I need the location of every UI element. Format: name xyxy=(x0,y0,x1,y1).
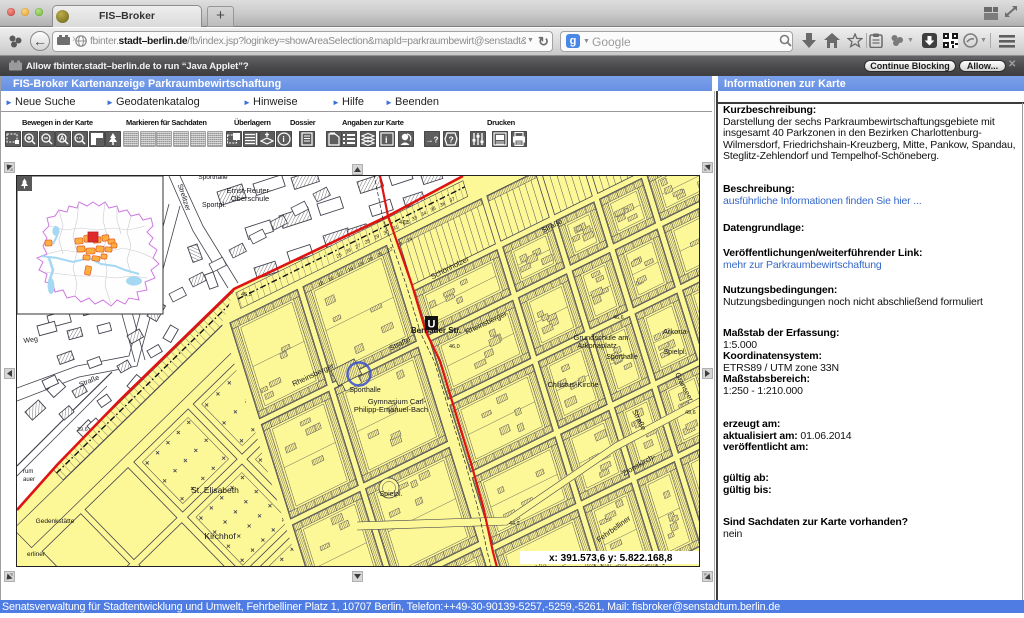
svg-text:→?: →? xyxy=(426,136,439,145)
svg-text:Spielpl.: Spielpl. xyxy=(380,491,403,498)
svg-text:Oberschule: Oberschule xyxy=(231,194,269,203)
svg-text:39,6: 39,6 xyxy=(77,427,88,433)
svg-text:i: i xyxy=(282,134,284,144)
svg-text:Sportpl.: Sportpl. xyxy=(202,202,226,209)
svg-text:Spielpl.: Spielpl. xyxy=(664,349,687,356)
svg-text:Kirchhof: Kirchhof xyxy=(204,531,236,541)
svg-text:St. Elisabeth: St. Elisabeth xyxy=(191,485,239,495)
svg-text:45,5: 45,5 xyxy=(241,292,252,298)
svg-text:x: 391.573,6 y: 5.822.168,8: x: 391.573,6 y: 5.822.168,8 xyxy=(549,553,673,564)
svg-text:49,6: 49,6 xyxy=(685,410,696,416)
svg-text:i: i xyxy=(385,135,388,145)
svg-text:A: A xyxy=(60,136,65,143)
svg-text:Arkonaplatz: Arkonaplatz xyxy=(577,341,617,350)
svg-text:Arkona-: Arkona- xyxy=(663,327,690,336)
svg-text:44,2: 44,2 xyxy=(509,521,520,527)
svg-text:auer: auer xyxy=(23,477,35,483)
svg-text:47,5: 47,5 xyxy=(399,220,410,226)
svg-text:46,0: 46,0 xyxy=(449,344,460,350)
svg-text:?: ? xyxy=(449,135,454,145)
svg-text:erliner: erliner xyxy=(27,551,46,558)
svg-text:Sporthalle: Sporthalle xyxy=(349,387,381,394)
svg-text:Gedenkstätte: Gedenkstätte xyxy=(36,518,75,525)
svg-text:Philipp-Emanuel-Bach: Philipp-Emanuel-Bach xyxy=(354,405,428,414)
svg-text:Sporthalle: Sporthalle xyxy=(606,354,638,361)
svg-text:Sporthalle: Sporthalle xyxy=(198,176,228,181)
svg-text:Christus-Kirche: Christus-Kirche xyxy=(547,380,598,389)
svg-text:U: U xyxy=(428,319,436,331)
svg-text:46,6: 46,6 xyxy=(613,315,624,321)
svg-text:rum: rum xyxy=(23,469,33,475)
